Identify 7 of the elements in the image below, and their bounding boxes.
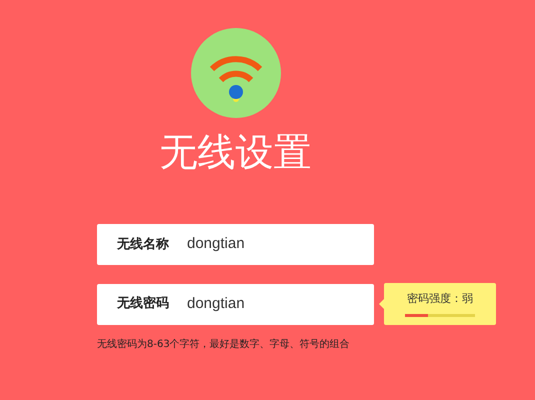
input-field[interactable]: 无线名称 dongtian (97, 224, 374, 265)
wifi-logo-icon (190, 28, 280, 118)
page-title: 无线设置 (160, 129, 312, 176)
input-field[interactable]: 无线密码 dongtian (97, 284, 374, 324)
strength-meter (405, 314, 475, 317)
password-hint: 无线密码为8-63个字符，最好是数字、字母、符号的组合 (97, 338, 351, 352)
strength-label: 密码强度：弱 (407, 291, 473, 308)
